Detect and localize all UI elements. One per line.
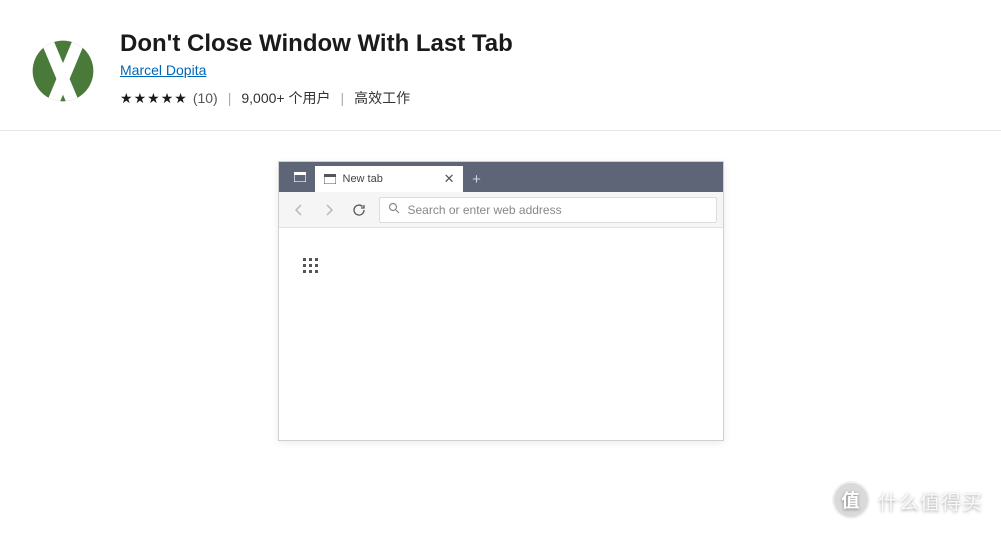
forward-button[interactable] — [315, 196, 343, 224]
new-tab-button[interactable]: + — [463, 166, 491, 192]
extension-icon — [30, 38, 96, 104]
titlebar: New tab ✕ + — [279, 162, 723, 192]
address-bar[interactable]: Search or enter web address — [379, 197, 717, 223]
rating-stars: ★ ★ ★ ★ ★ — [120, 90, 187, 107]
close-icon[interactable]: ✕ — [444, 171, 455, 187]
tab-favicon-icon — [323, 172, 337, 186]
star-icon: ★ — [134, 90, 147, 107]
extension-meta: ★ ★ ★ ★ ★ (10) | 9,000+ 个用户 | 高效工作 — [120, 88, 971, 108]
address-placeholder: Search or enter web address — [408, 203, 562, 217]
star-icon: ★ — [161, 90, 174, 107]
apps-grid-icon[interactable] — [303, 258, 319, 274]
refresh-button[interactable] — [345, 196, 373, 224]
back-button[interactable] — [285, 196, 313, 224]
meta-divider: | — [340, 90, 344, 106]
rating-count: (10) — [193, 90, 218, 106]
watermark-text: 什么值得买 — [878, 486, 983, 515]
star-icon: ★ — [147, 90, 160, 107]
page-content — [279, 228, 723, 440]
category-label: 高效工作 — [354, 88, 410, 108]
toolbar: Search or enter web address — [279, 192, 723, 228]
browser-tab[interactable]: New tab ✕ — [315, 166, 463, 192]
tab-label: New tab — [343, 173, 444, 185]
extension-info: Don't Close Window With Last Tab Marcel … — [120, 30, 971, 108]
user-count: 9,000+ 个用户 — [241, 88, 330, 108]
extension-title: Don't Close Window With Last Tab — [120, 30, 971, 58]
star-icon: ★ — [174, 90, 187, 107]
watermark: 值 什么值得买 — [832, 481, 983, 519]
meta-divider: | — [228, 90, 232, 106]
watermark-badge: 值 — [832, 481, 870, 519]
search-icon — [388, 201, 400, 219]
browser-mockup: New tab ✕ + Search or enter web address — [278, 161, 724, 441]
extension-header: Don't Close Window With Last Tab Marcel … — [0, 0, 1001, 131]
tab-actions-icon[interactable] — [287, 162, 313, 192]
extension-author-link[interactable]: Marcel Dopita — [120, 62, 206, 78]
preview-area: New tab ✕ + Search or enter web address — [0, 131, 1001, 441]
star-icon: ★ — [120, 90, 133, 107]
